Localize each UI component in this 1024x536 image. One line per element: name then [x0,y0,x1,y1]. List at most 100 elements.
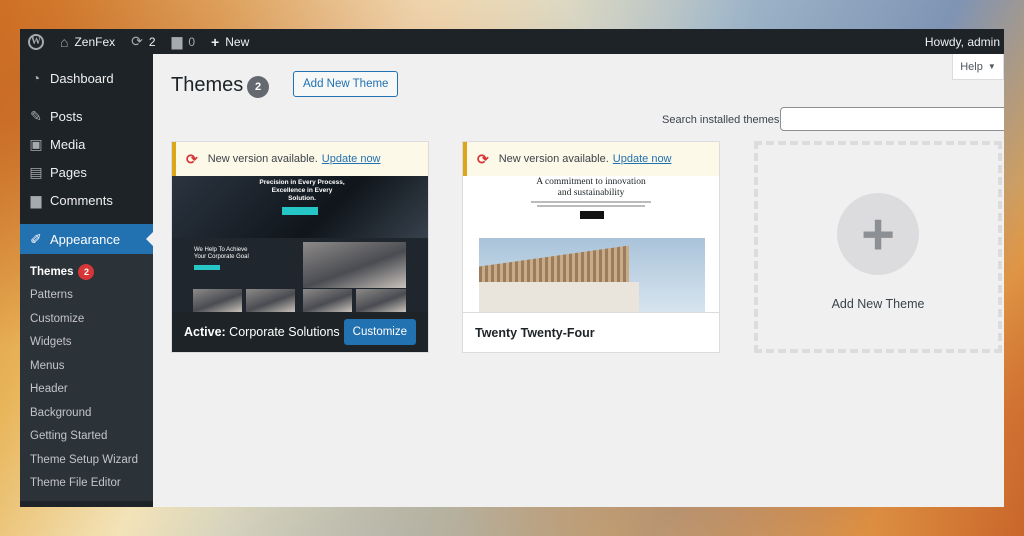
howdy-text: Howdy, admin [924,34,1000,49]
sidebar-item-dashboard[interactable]: ◔ Dashboard [20,64,153,92]
theme-card-twenty-twenty-four[interactable]: ⟳ New version available. Update now A co… [462,141,720,353]
update-now-link[interactable]: Update now [613,153,672,165]
preview-goal-text: We Help To Achieve Your Corporate Goal [194,247,274,261]
brush-icon: ✐ [30,230,42,247]
sidebar-item-label: Media [50,136,86,152]
submenu-item-widgets[interactable]: Widgets [20,331,153,355]
theme-screenshot: Precision in Every Process, Excellence i… [172,176,428,312]
wordpress-logo-button[interactable]: W [20,29,52,54]
submenu-item-menus[interactable]: Menus [20,354,153,378]
preview-architecture-image [479,238,705,312]
submenu-item-customize[interactable]: Customize [20,307,153,331]
submenu-item-label: Patterns [30,289,73,302]
sidebar-item-label: Posts [50,108,83,124]
sidebar-item-comments[interactable]: ▆ Comments [20,186,153,214]
add-new-theme-card[interactable]: + Add New Theme [754,141,1002,353]
submenu-item-label: Menus [30,359,65,372]
caret-down-icon: ▼ [987,62,996,71]
notice-text: New version available. [498,153,609,165]
preview-subtext-lines [523,199,659,209]
update-notice: ⟳ New version available. Update now [172,142,428,176]
preview-cta-button [282,207,318,215]
submenu-item-label: Background [30,406,92,419]
preview-heading-line: A commitment to innovation [536,177,646,187]
theme-card-corporate-solutions[interactable]: ⟳ New version available. Update now Prec… [171,141,429,353]
update-refresh-icon: ⟳ [477,150,489,167]
update-now-link[interactable]: Update now [322,153,381,165]
comments-link[interactable]: ▆ 0 [164,29,203,54]
comment-bubble-icon: ▆ [171,33,183,49]
preview-building-shape [479,282,639,312]
submenu-item-label: Themes [30,265,74,278]
preview-hero-line: Precision in Every Process, [259,179,345,186]
new-content-link[interactable]: + New [203,29,257,54]
update-refresh-icon: ⟳ [186,150,198,167]
appearance-submenu: Themes 2 Patterns Customize Widgets Menu… [20,254,153,501]
wordpress-admin-window: W ⌂ ZenFex ⟳ 2 ▆ 0 + New Howdy, admin ◔ … [20,29,1004,507]
active-prefix: Active: [184,325,226,339]
submenu-item-patterns[interactable]: Patterns [20,284,153,308]
comments-count: 0 [188,34,196,49]
theme-name: Twenty Twenty-Four [475,325,595,340]
preview-team-photo [303,242,406,288]
preview-small-button [194,265,220,270]
main-content: Help ▼ Themes 2 Add New Theme Search ins… [153,54,1004,507]
preview-heading: A commitment to innovation and sustainab… [463,176,719,199]
pin-icon: ✎ [30,107,42,124]
admin-bar: W ⌂ ZenFex ⟳ 2 ▆ 0 + New Howdy, admin [20,29,1004,54]
submenu-item-theme-setup-wizard[interactable]: Theme Setup Wizard [20,448,153,472]
submenu-item-label: Theme Setup Wizard [30,453,139,466]
plus-icon: + [837,193,919,275]
active-theme-name: Active: Corporate Solutions [184,325,340,339]
comment-icon: ▆ [30,191,42,208]
preview-person-photo [246,289,295,312]
preview-hero-text: Precision in Every Process, Excellence i… [232,179,372,203]
sidebar-item-pages[interactable]: ▤ Pages [20,158,153,186]
sidebar-item-media[interactable]: ▣ Media [20,130,153,158]
submenu-item-label: Header [30,383,68,396]
themes-update-badge: 2 [78,263,95,280]
preview-person-photo [193,289,242,312]
account-menu[interactable]: Howdy, admin [917,29,1004,54]
sidebar-item-label: Pages [50,164,87,180]
wordpress-icon: W [28,33,44,50]
preview-person-photo [356,289,406,312]
preview-cta-button [580,211,604,219]
preview-goal-line: We Help To Achieve [194,247,248,253]
theme-card-footer: Twenty Twenty-Four [463,312,719,352]
search-label: Search installed themes [662,114,780,126]
updates-link[interactable]: ⟳ 2 [123,29,163,54]
preview-person-photo [303,289,352,312]
theme-card-footer: Active: Corporate Solutions Customize [172,312,428,352]
preview-goal-line: Your Corporate Goal [194,254,249,260]
preview-heading-line: and sustainability [557,188,625,198]
submenu-item-theme-file-editor[interactable]: Theme File Editor [20,472,153,496]
sidebar-item-label: Comments [50,192,113,208]
preview-hero-line: Solution. [288,195,316,202]
site-name: ZenFex [74,34,116,49]
sidebar-item-appearance[interactable]: ✐ Appearance [20,224,153,254]
preview-hero-line: Excellence in Every [271,187,333,194]
site-name-link[interactable]: ⌂ ZenFex [52,29,123,54]
sidebar-item-posts[interactable]: ✎ Posts [20,102,153,130]
plus-icon: + [211,33,220,50]
submenu-item-background[interactable]: Background [20,401,153,425]
updates-icon: ⟳ [131,33,143,49]
submenu-item-label: Theme File Editor [30,477,121,490]
submenu-item-getting-started[interactable]: Getting Started [20,425,153,449]
new-label: New [225,34,250,49]
add-new-theme-label: Add New Theme [831,297,925,311]
dashboard-icon: ◔ [31,70,41,86]
submenu-item-themes[interactable]: Themes 2 [20,260,153,284]
search-themes-input[interactable] [780,107,1004,131]
submenu-item-header[interactable]: Header [20,378,153,402]
pages-icon: ▤ [29,163,43,180]
notice-text: New version available. [207,153,318,165]
page-title: Themes [171,74,244,96]
add-new-theme-button[interactable]: Add New Theme [293,71,399,97]
help-label: Help [960,60,983,73]
update-notice: ⟳ New version available. Update now [463,142,719,176]
updates-count: 2 [148,34,156,49]
customize-button[interactable]: Customize [343,319,416,345]
help-tab-button[interactable]: Help ▼ [952,54,1004,80]
